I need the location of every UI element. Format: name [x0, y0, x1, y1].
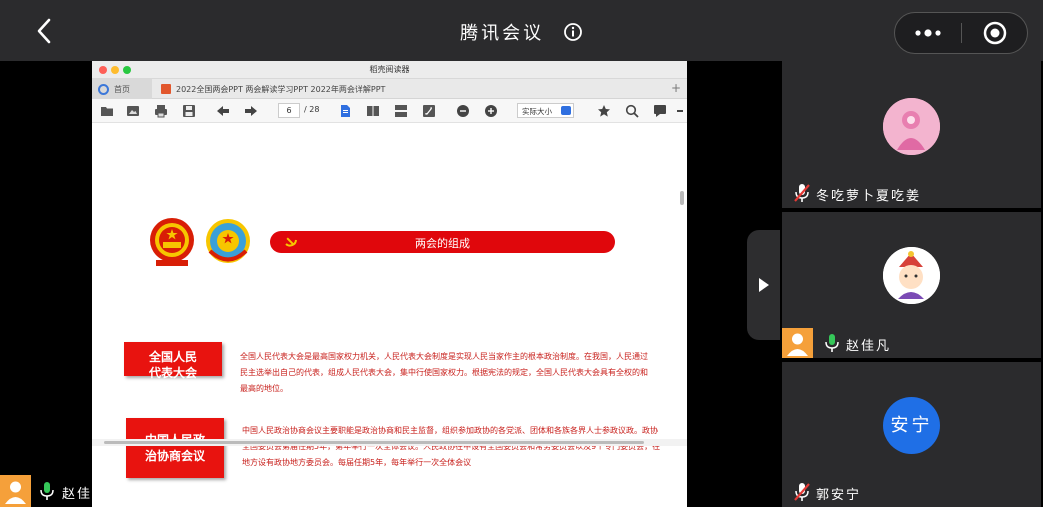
play-right-icon: [759, 278, 769, 292]
participant-tile[interactable]: 赵佳凡: [782, 212, 1041, 358]
reader-logo-icon: [98, 84, 109, 95]
participant-name-row: 赵佳凡: [782, 328, 1041, 358]
npc-description: 全国人民代表大会是最高国家权力机关，人民代表大会制度是实现人民当家作主的根本政治…: [240, 352, 648, 393]
microphone-muted-icon: [794, 184, 810, 202]
page-number-input[interactable]: 6: [278, 103, 300, 118]
microphone-active-icon: [40, 482, 54, 500]
avatar: [0, 475, 31, 507]
vertical-scrollbar[interactable]: [680, 191, 684, 205]
zoom-out-icon[interactable]: [456, 104, 470, 118]
participant-name-row: 郭安宁: [782, 477, 1041, 507]
avatar-initials: 安宁: [883, 397, 940, 454]
search-icon[interactable]: [625, 104, 639, 118]
info-icon: [563, 23, 582, 41]
user-silhouette-icon: [787, 333, 808, 356]
screen-share-label: 赵佳凡的屏幕共享: [0, 475, 780, 507]
avatar: [883, 247, 940, 304]
toolbar-overflow-icon[interactable]: [677, 104, 687, 118]
participant-tile[interactable]: 冬吃萝卜夏吃姜: [782, 61, 1041, 208]
npc-label-box: 全国人民 代表大会: [124, 342, 222, 380]
zoom-in-icon[interactable]: [484, 104, 498, 118]
single-page-icon[interactable]: [338, 104, 352, 118]
tab-home-label: 首页: [114, 85, 130, 94]
arrow-right-icon[interactable]: [244, 104, 258, 118]
app-title: 腾讯会议: [460, 23, 545, 44]
avatar: [782, 328, 813, 358]
cartoon-avatar-icon: [883, 247, 940, 304]
meeting-title-bar: 腾讯会议: [0, 19, 1043, 45]
tab-document-label: 2022全国两会PPT 两会解读学习PPT 2022年两会详解PPT: [176, 85, 386, 94]
avatar: 安宁: [883, 397, 940, 454]
cppcc-emblem-icon: [206, 219, 250, 263]
participant-name: 郭安宁: [816, 488, 862, 503]
close-button[interactable]: [963, 13, 1027, 53]
more-button[interactable]: [895, 13, 961, 53]
participant-name: 赵佳凡: [846, 339, 892, 354]
tab-bar: 首页 2022全国两会PPT 两会解读学习PPT 2022年两会详解PPT +: [92, 79, 687, 99]
new-tab-plus-icon[interactable]: +: [669, 81, 683, 95]
window-title: 稻壳阅读器: [369, 65, 410, 74]
slide-page: 两会的组成 全国人民 代表大会 全国人民代表大会是最高国家权力机关，人民代表大会…: [92, 123, 687, 507]
continuous-scroll-icon[interactable]: [394, 104, 408, 118]
participant-name: 冬吃萝卜夏吃姜: [816, 189, 922, 204]
horizontal-scroll-thumb[interactable]: [104, 441, 644, 444]
chevron-down-icon: [561, 106, 571, 115]
horizontal-scrollbar[interactable]: [92, 439, 687, 446]
tab-document[interactable]: 2022全国两会PPT 两会解读学习PPT 2022年两会详解PPT: [156, 79, 536, 99]
participant-panel: 冬吃萝卜夏吃姜 赵佳凡 安宁 郭安宁: [780, 61, 1043, 507]
fullscreen-icon[interactable]: [422, 104, 436, 118]
open-folder-icon[interactable]: [100, 104, 114, 118]
double-page-icon[interactable]: [366, 104, 380, 118]
print-icon[interactable]: [154, 104, 168, 118]
user-silhouette-icon: [5, 481, 26, 504]
mini-program-capsule: [894, 12, 1028, 54]
npc-label-line2: 代表大会: [148, 366, 197, 380]
pink-photo-avatar-icon: [883, 98, 940, 155]
slide-heading-banner: 两会的组成: [270, 231, 615, 253]
tab-home[interactable]: 首页: [92, 79, 152, 99]
avatar: [883, 98, 940, 155]
national-emblem-icon: [150, 218, 194, 266]
top-nav-bar: 腾讯会议: [0, 0, 1043, 61]
screen-share-owner: 赵佳凡的屏幕共享: [62, 487, 183, 502]
cppcc-description: 中国人民政治协商会议主要职能是政治协商和民主监督，组织参加政协的各党派、团体和各…: [242, 426, 661, 467]
microphone-muted-icon: [794, 483, 810, 501]
save-icon[interactable]: [182, 104, 196, 118]
comment-icon[interactable]: [653, 104, 667, 118]
participant-name-row: 冬吃萝卜夏吃姜: [782, 178, 1041, 208]
image-icon[interactable]: [126, 104, 140, 118]
zoom-select-value: 实际大小: [522, 107, 552, 116]
window-titlebar: 稻壳阅读器: [92, 61, 687, 79]
cppcc-label-box: 中国人民政 治协商会议: [126, 418, 224, 478]
arrow-left-icon[interactable]: [216, 104, 230, 118]
reader-toolbar: 6 / 28 实际大小: [92, 99, 687, 123]
participant-tile[interactable]: 安宁 郭安宁: [782, 362, 1041, 507]
cppcc-label-line2: 治协商会议: [144, 449, 205, 463]
ppt-file-icon: [161, 84, 171, 94]
target-close-icon: [983, 21, 1007, 45]
more-dots-icon: [915, 29, 941, 37]
star-icon[interactable]: [597, 104, 611, 118]
page-total: / 28: [304, 105, 320, 114]
capsule-divider: [961, 23, 962, 43]
zoom-select[interactable]: 实际大小: [517, 103, 574, 118]
microphone-active-icon: [825, 334, 839, 352]
npc-label-line1: 全国人民: [148, 350, 197, 364]
slide-heading: 两会的组成: [415, 237, 470, 250]
expand-panel-button[interactable]: [747, 230, 780, 340]
info-button[interactable]: [563, 22, 583, 42]
